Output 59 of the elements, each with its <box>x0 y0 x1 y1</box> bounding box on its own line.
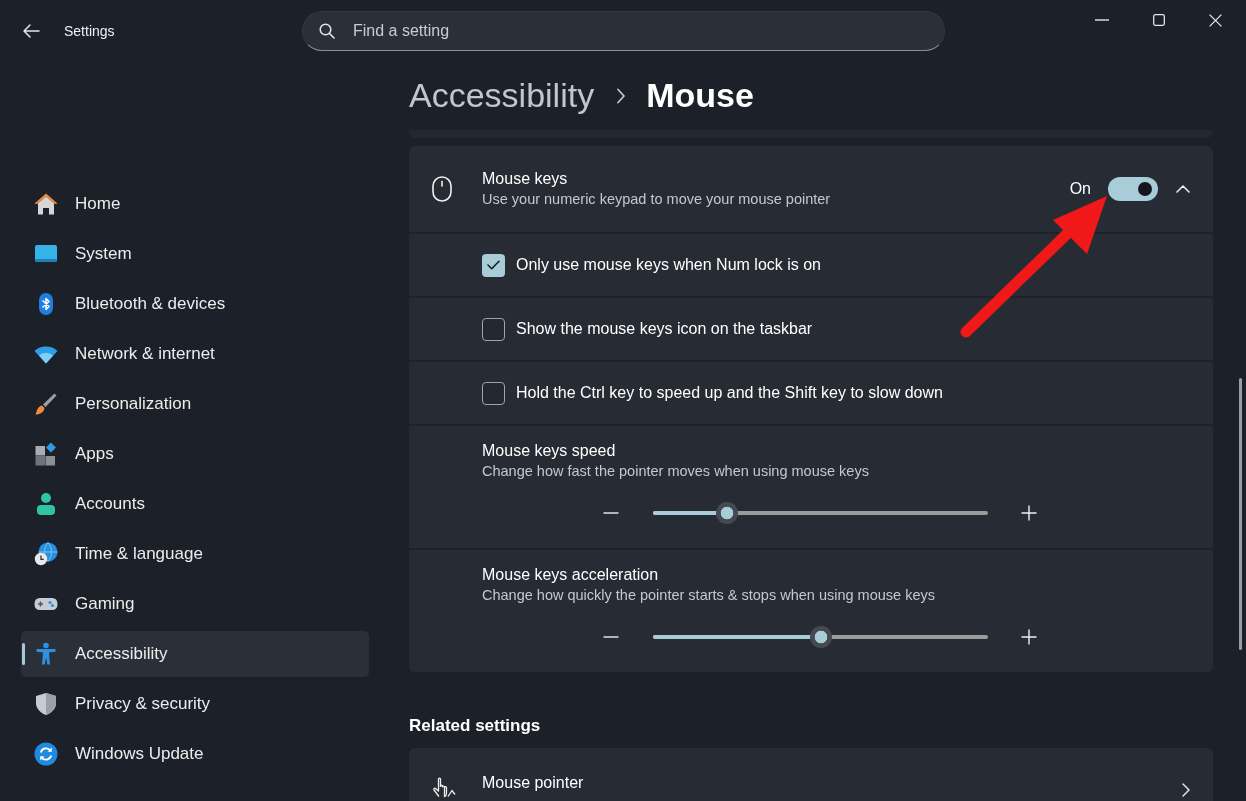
slider-fill <box>653 511 716 515</box>
sidebar-item[interactable]: Accounts <box>21 481 369 527</box>
paintbrush-icon <box>34 392 58 416</box>
page-title: Mouse <box>645 75 755 116</box>
toggle-switch[interactable] <box>1108 177 1158 201</box>
minimize-icon[interactable] <box>1094 19 1109 21</box>
sidebar-item[interactable]: System <box>21 231 369 277</box>
shield-icon <box>34 692 58 716</box>
window-title: Settings <box>64 22 115 40</box>
toggle-state-label: On <box>1069 179 1091 199</box>
setting-description: Change how fast the pointer moves when using mouse keys <box>482 462 870 481</box>
checkbox-label: Show the mouse keys icon on the taskbar <box>516 319 813 339</box>
setting-title: Mouse keys acceleration <box>482 565 660 585</box>
sidebar-item[interactable]: Windows Update <box>21 731 369 777</box>
plus-icon[interactable] <box>1021 505 1037 521</box>
sidebar-item[interactable]: Gaming <box>21 581 369 627</box>
person-icon <box>34 492 58 516</box>
checkbox-label: Hold the Ctrl key to speed up and the Shift key to slow down <box>516 383 943 403</box>
checkbox[interactable] <box>482 381 505 405</box>
mouse-icon <box>432 176 452 202</box>
sidebar-item[interactable]: Personalization <box>21 381 369 427</box>
refresh-icon <box>34 742 58 766</box>
search-field[interactable]: Find a setting <box>302 11 945 51</box>
back-arrow-icon[interactable] <box>22 23 40 39</box>
maximize-icon[interactable] <box>1152 14 1165 26</box>
checkbox[interactable] <box>482 253 505 277</box>
apps-icon <box>34 442 58 466</box>
search-icon <box>319 23 335 39</box>
sidebar-item[interactable]: Accessibility <box>21 631 369 677</box>
sidebar-item[interactable]: Privacy & security <box>21 681 369 727</box>
setting-card[interactable]: Mouse pointer <box>409 748 1213 801</box>
slider-thumb[interactable] <box>809 626 832 648</box>
slider-thumb[interactable] <box>715 502 738 524</box>
setting-description: Use your numeric keypad to move your mouse pointer <box>482 190 831 209</box>
chevron-up-icon[interactable] <box>1176 185 1190 193</box>
accessibility-icon <box>34 642 58 666</box>
pointer-hand-icon <box>432 776 456 798</box>
chevron-right-icon <box>1182 783 1190 797</box>
setting-title: Mouse keys speed <box>482 441 617 461</box>
sidebar-item[interactable]: Time & language <box>21 531 369 577</box>
setting-title: Mouse keys <box>482 169 569 189</box>
setting-title: Mouse pointer <box>482 773 584 793</box>
checkbox[interactable] <box>482 317 505 341</box>
sidebar-item[interactable]: Bluetooth & devices <box>21 281 369 327</box>
checkbox-label: Only use mouse keys when Num lock is on <box>516 255 821 275</box>
chevron-right-icon <box>616 87 627 104</box>
checkmark-icon <box>487 260 500 270</box>
globe-clock-icon <box>34 542 58 566</box>
sidebar-item[interactable]: Apps <box>21 431 369 477</box>
plus-icon[interactable] <box>1021 629 1037 645</box>
breadcrumb-link[interactable]: Accessibility <box>409 73 597 118</box>
sidebar-item[interactable]: Network & internet <box>21 331 369 377</box>
selection-indicator <box>22 643 25 665</box>
section-heading: Related settings <box>409 715 542 737</box>
setting-description: Change how quickly the pointer starts & stops when using mouse keys <box>482 586 936 605</box>
scrollbar-thumb[interactable] <box>1239 378 1242 650</box>
home-icon <box>34 192 58 216</box>
close-icon[interactable] <box>1209 13 1222 27</box>
sidebar-item[interactable]: Home <box>21 181 369 227</box>
